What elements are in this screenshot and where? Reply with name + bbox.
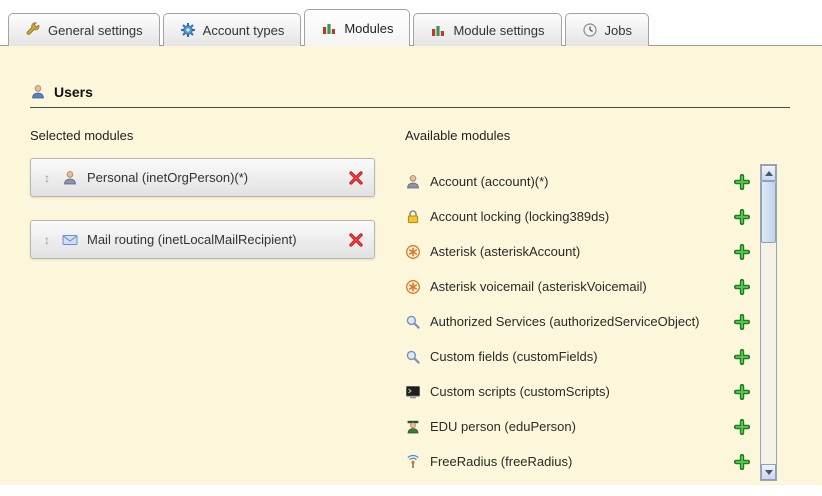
add-module-button[interactable] (734, 419, 750, 435)
selected-module-mail-routing[interactable]: ↕ Mail routing (inetLocalMailRecipient) (30, 220, 375, 259)
drag-handle-icon[interactable]: ↕ (41, 171, 53, 185)
person-icon (405, 174, 421, 190)
scrollbar-down-button[interactable] (761, 464, 776, 480)
module-label: Account (account)(*) (430, 174, 725, 189)
module-label: Account locking (locking389ds) (430, 209, 725, 224)
terminal-icon (405, 384, 421, 400)
up-arrow-icon (765, 171, 773, 176)
module-label: Mail routing (inetLocalMailRecipient) (87, 232, 339, 247)
magnifier-icon (405, 314, 421, 330)
tab-jobs[interactable]: Jobs (565, 13, 649, 46)
available-module-account-locking: Account locking (locking389ds) (405, 199, 750, 234)
scrollbar-track[interactable] (761, 181, 776, 464)
add-module-button[interactable] (734, 279, 750, 295)
available-module-asterisk: Asterisk (asteriskAccount) (405, 234, 750, 269)
users-section-title: Users (30, 84, 790, 108)
add-module-button[interactable] (734, 209, 750, 225)
add-module-button[interactable] (734, 349, 750, 365)
available-module-authorized-services: Authorized Services (authorizedServiceOb… (405, 304, 750, 339)
down-arrow-icon (765, 470, 773, 475)
add-module-button[interactable] (734, 454, 750, 470)
tab-label: Module settings (453, 23, 544, 38)
section-title-text: Users (54, 84, 93, 100)
radio-antenna-icon (405, 454, 421, 470)
modules-tab-panel: Users Selected modules Available modules… (0, 45, 822, 485)
modules-chart-icon (430, 22, 446, 38)
lock-icon (405, 209, 421, 225)
gear-badge-icon (180, 22, 196, 38)
scrollbar-thumb[interactable] (761, 181, 776, 243)
add-module-button[interactable] (734, 314, 750, 330)
tab-account-types[interactable]: Account types (163, 13, 302, 46)
clock-icon (582, 22, 598, 38)
tab-modules[interactable]: Modules (304, 9, 410, 46)
tab-label: General settings (48, 23, 143, 38)
available-module-custom-scripts: Custom scripts (customScripts) (405, 374, 750, 409)
available-module-edu-person: EDU person (eduPerson) (405, 409, 750, 444)
tab-module-settings[interactable]: Module settings (413, 13, 561, 46)
tab-general-settings[interactable]: General settings (8, 13, 160, 46)
asterisk-icon (405, 244, 421, 260)
available-modules-scrollbar[interactable] (760, 164, 777, 481)
tab-label: Account types (203, 23, 285, 38)
module-label: Custom fields (customFields) (430, 349, 725, 364)
tab-bar: General settings Account types Modules (8, 9, 649, 46)
available-module-freeradius: FreeRadius (freeRadius) (405, 444, 750, 479)
scrollbar-up-button[interactable] (761, 165, 776, 181)
tab-label: Modules (344, 21, 393, 36)
mail-icon (62, 232, 78, 248)
module-label: FreeRadius (freeRadius) (430, 454, 725, 469)
drag-handle-icon[interactable]: ↕ (41, 233, 53, 247)
selected-module-personal[interactable]: ↕ Personal (inetOrgPerson)(*) (30, 158, 375, 197)
add-module-button[interactable] (734, 174, 750, 190)
available-module-asterisk-voicemail: Asterisk voicemail (asteriskVoicemail) (405, 269, 750, 304)
lam-configuration-page: General settings Account types Modules (0, 0, 822, 496)
add-module-button[interactable] (734, 384, 750, 400)
user-icon (30, 84, 46, 100)
remove-module-button[interactable] (348, 170, 364, 186)
wrench-icon (25, 22, 41, 38)
remove-module-button[interactable] (348, 232, 364, 248)
tab-label: Jobs (605, 23, 632, 38)
edu-person-icon (405, 419, 421, 435)
asterisk-icon (405, 279, 421, 295)
add-module-button[interactable] (734, 244, 750, 260)
available-module-custom-fields: Custom fields (customFields) (405, 339, 750, 374)
person-icon (62, 170, 78, 186)
module-label: Asterisk voicemail (asteriskVoicemail) (430, 279, 725, 294)
module-label: Authorized Services (authorizedServiceOb… (430, 314, 725, 329)
available-module-account: Account (account)(*) (405, 164, 750, 199)
module-label: Personal (inetOrgPerson)(*) (87, 170, 339, 185)
magnifier-icon (405, 349, 421, 365)
available-modules-heading: Available modules (405, 128, 510, 143)
selected-modules-heading: Selected modules (30, 128, 133, 143)
modules-chart-icon (321, 20, 337, 36)
module-label: Asterisk (asteriskAccount) (430, 244, 725, 259)
module-label: Custom scripts (customScripts) (430, 384, 725, 399)
available-modules-list: Account (account)(*) Account locking (lo… (405, 164, 750, 479)
module-label: EDU person (eduPerson) (430, 419, 725, 434)
